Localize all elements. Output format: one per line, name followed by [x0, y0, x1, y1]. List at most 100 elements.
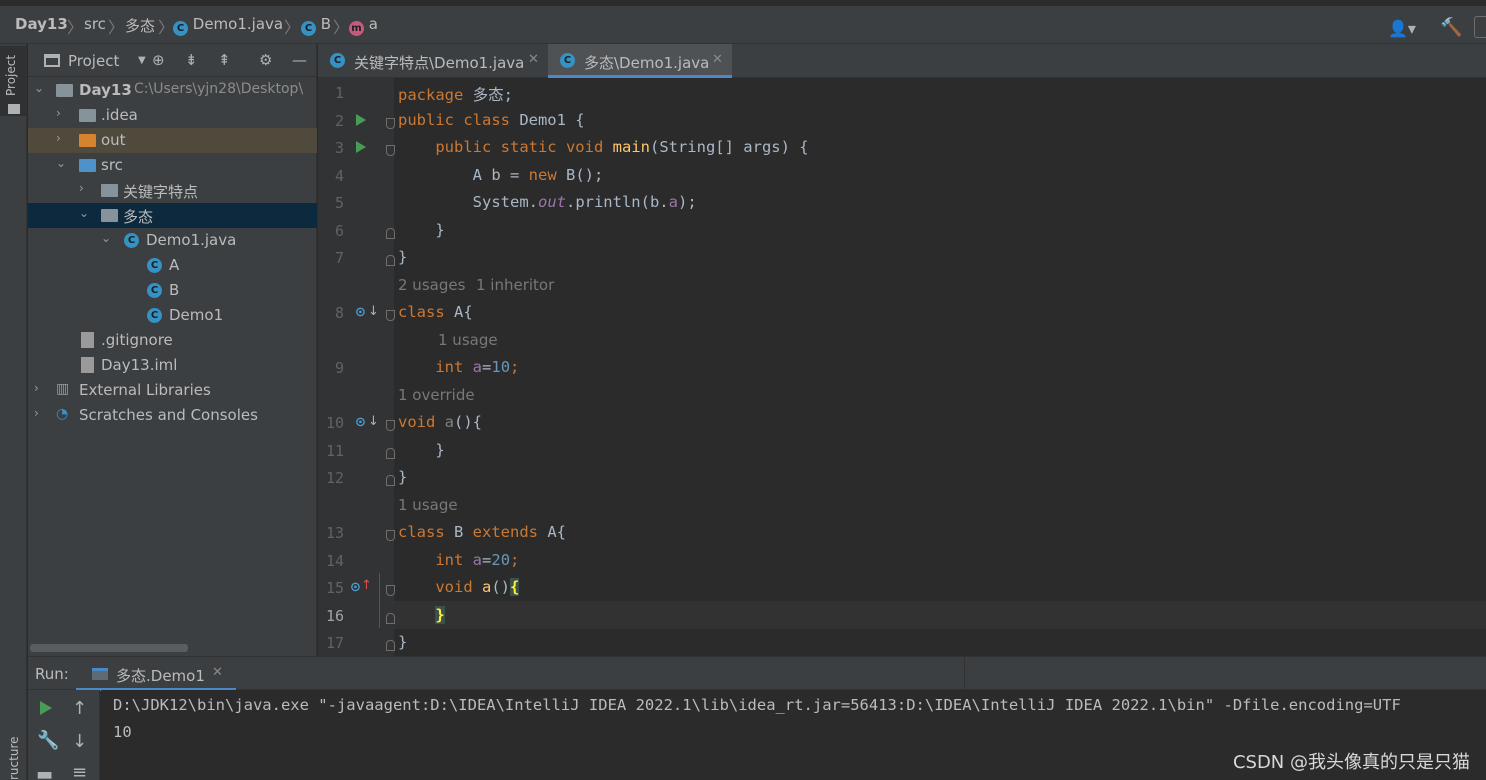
usage-hint[interactable]: 1 usage — [398, 496, 458, 514]
overrides-icon[interactable]: ⊙ — [350, 580, 361, 595]
breadcrumb-src[interactable]: src — [84, 15, 106, 33]
tree-item-class-demo1[interactable]: C Demo1 — [28, 303, 317, 328]
run-icon[interactable] — [356, 141, 366, 153]
line-number: 11 — [325, 442, 344, 460]
chevron-right-icon[interactable]: › — [56, 131, 61, 145]
fold-marker-icon[interactable] — [386, 475, 395, 486]
soft-wrap-icon[interactable]: ≡ — [72, 762, 87, 780]
java-class-icon: C — [173, 21, 188, 36]
run-config-box[interactable] — [1474, 16, 1486, 38]
run-label: Run: — [35, 665, 69, 683]
line-number: 15 — [325, 579, 344, 597]
code-line-5: System.out.println(b.a); — [472, 193, 697, 211]
chevron-down-icon[interactable]: ⌄ — [79, 206, 89, 220]
tree-item-class-b[interactable]: C B — [28, 278, 317, 303]
fold-marker-icon[interactable] — [386, 530, 395, 541]
usages-hint[interactable]: 2 usages — [398, 276, 465, 294]
structure-tool-tab[interactable]: ructure — [7, 737, 21, 780]
locate-icon[interactable]: ⊕ — [152, 51, 165, 69]
tree-item-day13[interactable]: ⌄ Day13 C:\Users\yjn28\Desktop\ — [28, 78, 317, 103]
fold-marker-icon[interactable] — [386, 613, 395, 624]
tree-item-iml[interactable]: Day13.iml — [28, 353, 317, 378]
arrow-down-icon[interactable]: ↓ — [72, 731, 87, 752]
project-panel-title[interactable]: Project — [68, 52, 119, 70]
chevron-down-icon[interactable]: ⌄ — [34, 81, 44, 95]
method-icon: m — [349, 21, 364, 36]
implemented-icon[interactable]: ⊙ — [355, 305, 366, 320]
tree-item-scratches[interactable]: › ◔ Scratches and Consoles — [28, 403, 317, 428]
fold-marker-icon[interactable] — [386, 310, 395, 321]
breadcrumb-member[interactable]: m a — [349, 15, 378, 36]
breadcrumb-project[interactable]: Day13 — [15, 15, 68, 33]
build-hammer-icon[interactable]: 🔨 — [1440, 17, 1462, 38]
tree-item-label: Demo1.java — [146, 231, 237, 249]
breadcrumb-class-label: B — [320, 15, 332, 33]
chevron-right-icon: 〉 — [67, 18, 84, 37]
fold-marker-icon[interactable] — [386, 145, 395, 156]
code-editor[interactable]: 1 2 3 4 5 6 7 8 9 10 11 12 13 14 15 16 1… — [318, 78, 1486, 656]
tree-item-label: 关键字特点 — [123, 183, 199, 201]
run-tab[interactable]: 多态.Demo1 ✕ — [76, 657, 236, 691]
fold-marker-icon[interactable] — [386, 118, 395, 129]
close-icon[interactable]: ✕ — [212, 665, 223, 680]
code-line-6: } — [435, 221, 445, 239]
chevron-down-icon[interactable]: ⌄ — [56, 156, 66, 170]
tree-item-label: Scratches and Consoles — [79, 406, 258, 424]
chevron-down-icon[interactable]: ⌄ — [101, 231, 111, 245]
fold-marker-icon[interactable] — [386, 255, 395, 266]
chevron-right-icon[interactable]: › — [34, 406, 39, 420]
wrench-icon[interactable]: 🔧 — [37, 730, 59, 751]
overridden-icon[interactable]: ⊙ — [355, 415, 366, 430]
tree-item-src[interactable]: ⌄ src — [28, 153, 317, 178]
divider — [964, 657, 965, 691]
line-number: 6 — [334, 222, 344, 240]
fold-marker-icon[interactable] — [386, 420, 395, 431]
breadcrumb-package[interactable]: 多态 — [125, 15, 155, 36]
tree-item-package-polymorphism[interactable]: ⌄ 多态 — [28, 203, 317, 228]
project-tool-tab-label: Project — [4, 54, 18, 96]
horizontal-scrollbar[interactable] — [30, 644, 188, 652]
breadcrumb-class[interactable]: C B — [301, 15, 331, 36]
tree-item-external-libraries[interactable]: › ▥ External Libraries — [28, 378, 317, 403]
tree-item-gitignore[interactable]: .gitignore — [28, 328, 317, 353]
expand-all-icon[interactable]: ⇟ — [185, 51, 198, 69]
tab-label: 关键字特点\Demo1.java — [354, 54, 525, 72]
chevron-right-icon[interactable]: › — [79, 181, 84, 195]
close-icon[interactable]: ✕ — [528, 52, 539, 67]
fold-marker-icon[interactable] — [386, 585, 395, 596]
java-file-icon: C — [560, 53, 575, 68]
left-tool-strip — [0, 44, 27, 780]
tree-item-out[interactable]: › out — [28, 128, 317, 153]
tab-keywords-demo1[interactable]: C 关键字特点\Demo1.java ✕ — [318, 44, 546, 78]
chevron-right-icon[interactable]: › — [34, 381, 39, 395]
tree-item-idea[interactable]: › .idea — [28, 103, 317, 128]
user-dropdown-icon[interactable]: 👤▾ — [1388, 19, 1416, 38]
chevron-right-icon[interactable]: › — [56, 106, 61, 120]
current-line-highlight — [394, 601, 1486, 629]
override-hint[interactable]: 1 override — [398, 386, 475, 404]
project-folder-icon — [56, 84, 73, 97]
fold-marker-icon[interactable] — [386, 228, 395, 239]
folder-icon — [79, 109, 96, 122]
fold-marker-icon[interactable] — [386, 448, 395, 459]
breadcrumb-file[interactable]: C Demo1.java — [173, 15, 283, 36]
close-icon[interactable]: ✕ — [712, 52, 723, 67]
project-tool-tab[interactable]: Project — [0, 46, 27, 116]
fold-marker-icon[interactable] — [386, 640, 395, 651]
tab-polymorphism-demo1[interactable]: C 多态\Demo1.java ✕ — [548, 44, 732, 78]
arrow-up-icon[interactable]: ↑ — [72, 698, 87, 719]
tree-item-label: A — [169, 256, 180, 274]
usage-hint[interactable]: 1 usage — [438, 331, 498, 349]
run-icon[interactable] — [356, 114, 366, 126]
dropdown-arrow-icon[interactable]: ▼ — [138, 55, 146, 66]
rerun-icon[interactable] — [40, 701, 52, 715]
gear-icon[interactable]: ⚙ — [259, 51, 272, 69]
hide-panel-icon[interactable]: — — [292, 51, 307, 69]
source-folder-icon — [79, 159, 96, 172]
tree-item-package-keywords[interactable]: › 关键字特点 — [28, 178, 317, 203]
tree-item-class-a[interactable]: C A — [28, 253, 317, 278]
stop-icon[interactable]: ▬ — [36, 764, 53, 780]
collapse-all-icon[interactable]: ⇞ — [218, 51, 231, 69]
inheritor-hint[interactable]: 1 inheritor — [476, 276, 554, 294]
tree-item-demo1-java[interactable]: ⌄ C Demo1.java — [28, 228, 317, 253]
